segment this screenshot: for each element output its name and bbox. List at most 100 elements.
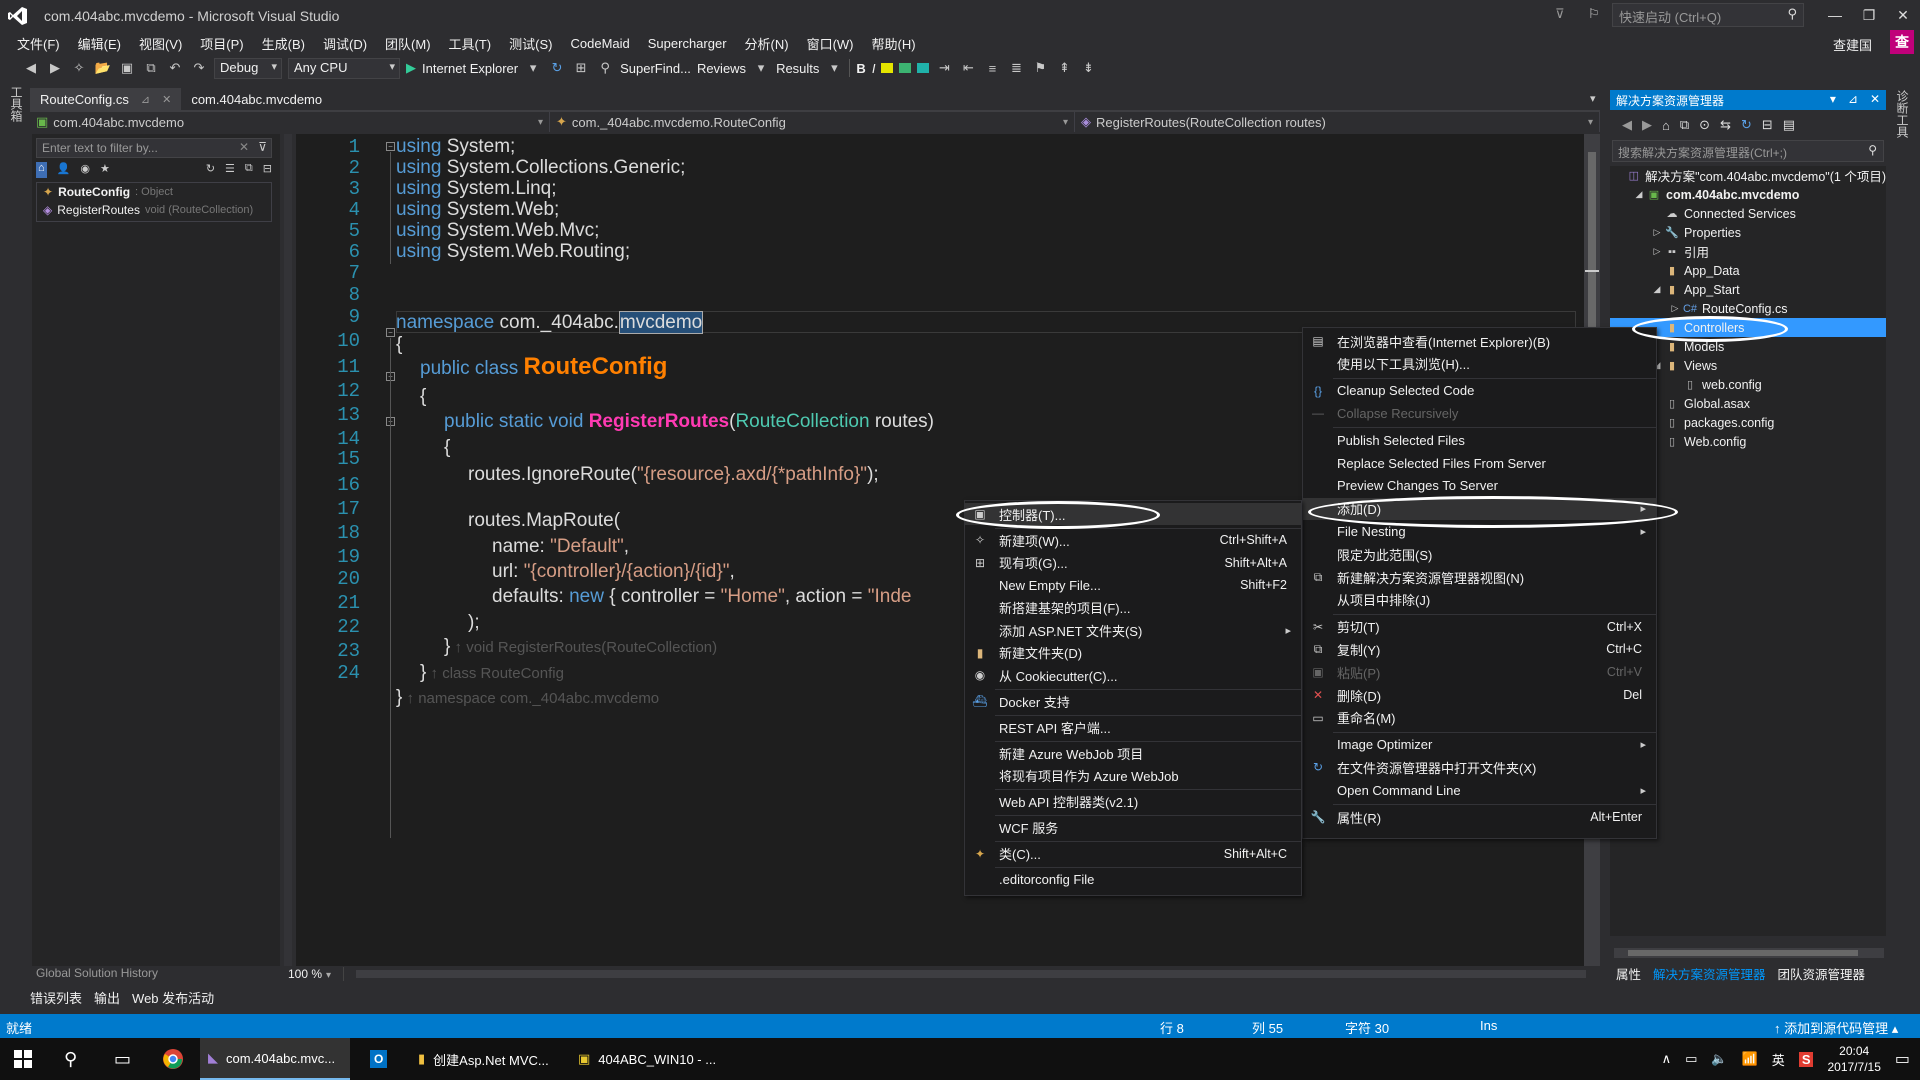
taskbar-item-visual-studio[interactable]: ◣ com.404abc.mvc...	[200, 1038, 350, 1080]
member-dropdown[interactable]: ◈ RegisterRoutes(RouteCollection routes)…	[1075, 112, 1600, 132]
expand-toggle-icon[interactable]: ▷	[1650, 246, 1664, 257]
class-dropdown[interactable]: ✦ com._404abc.mvcdemo.RouteConfig ▾	[550, 112, 1075, 132]
collapse-toggle[interactable]: −	[386, 142, 395, 151]
context-menu-item[interactable]: ✧ 新建项(W)... Ctrl+Shift+A	[965, 529, 1301, 551]
chevron-down-icon[interactable]: ▾	[1830, 92, 1836, 106]
context-menu-item[interactable]: ▭ 重命名(M)	[1303, 707, 1656, 729]
sync-icon[interactable]: ⇆	[1720, 117, 1731, 133]
filter-icon[interactable]: ⊽	[1555, 6, 1565, 22]
close-icon[interactable]: ✕	[162, 93, 171, 106]
context-menu-item[interactable]: Open Command Line ▸	[1303, 779, 1656, 801]
next-bookmark-icon[interactable]: ⇟	[1079, 60, 1097, 76]
context-menu-item[interactable]: Replace Selected Files From Server	[1303, 452, 1656, 474]
context-menu-item[interactable]: WCF 服务	[965, 817, 1301, 839]
context-menu-item[interactable]: ⧉ 新建解决方案资源管理器视图(N)	[1303, 566, 1656, 588]
project-dropdown[interactable]: ▣ com.404abc.mvcdemo ▾	[30, 112, 550, 132]
prev-bookmark-icon[interactable]: ⇞	[1055, 60, 1073, 76]
expand-toggle-icon[interactable]: ▷	[1668, 303, 1682, 314]
start-button[interactable]	[6, 1038, 46, 1080]
menu-item[interactable]: 文件(F)	[8, 34, 69, 53]
run-icon[interactable]: ▶	[406, 60, 416, 76]
context-menu-item[interactable]: 添加 ASP.NET 文件夹(S) ▸	[965, 619, 1301, 641]
minimize-button[interactable]: —	[1818, 0, 1852, 30]
context-menu-item[interactable]: 新建 Azure WebJob 项目	[965, 742, 1301, 764]
user-name[interactable]: 查建国	[1833, 35, 1872, 54]
tab-list-dropdown-icon[interactable]: ▾	[1590, 92, 1596, 105]
menu-item[interactable]: 视图(V)	[130, 34, 191, 53]
panel-splitter[interactable]	[284, 134, 292, 966]
context-menu-item[interactable]: 🔧 属性(R) Alt+Enter	[1303, 806, 1656, 828]
back-icon[interactable]: ◀	[1622, 117, 1632, 133]
switch-views-icon[interactable]: ⧉	[1680, 117, 1689, 133]
tab-output[interactable]: 输出	[94, 988, 120, 1008]
sogou-icon[interactable]: S	[1798, 1051, 1814, 1067]
user-avatar[interactable]: 查	[1890, 30, 1914, 54]
menu-item[interactable]: 编辑(E)	[69, 34, 130, 53]
comment-icon[interactable]: ≡	[983, 61, 1001, 76]
redo-icon[interactable]: ↷	[190, 60, 208, 76]
solution-platform-select[interactable]: Any CPU	[288, 57, 400, 79]
diagnostic-tools-tab[interactable]: 诊断工具	[1894, 90, 1911, 138]
chevron-up-icon[interactable]: ∧	[1662, 1051, 1672, 1067]
menu-item[interactable]: 测试(S)	[500, 34, 561, 53]
editor-horizontal-scrollbar[interactable]	[356, 970, 1586, 978]
tree-item[interactable]: ▷ ▪▪ 引用	[1610, 242, 1886, 261]
refresh-icon[interactable]: ↻	[548, 60, 566, 76]
home-icon[interactable]: ⌂	[1662, 118, 1670, 133]
context-menu-item[interactable]: 使用以下工具浏览(H)...	[1303, 353, 1656, 375]
star-icon[interactable]: ★	[100, 162, 110, 178]
bold-button[interactable]: B	[856, 61, 865, 76]
results-button[interactable]: Results	[776, 61, 819, 76]
menu-item[interactable]: 工具(T)	[440, 34, 501, 53]
expand-toggle-icon[interactable]: ▷	[1650, 227, 1664, 238]
tree-item[interactable]: ▮ App_Data	[1610, 261, 1886, 280]
context-menu-item[interactable]: 限定为此范围(S)	[1303, 543, 1656, 565]
tab-web-publish[interactable]: Web 发布活动	[132, 988, 214, 1008]
menu-item[interactable]: 帮助(H)	[863, 34, 925, 53]
home-icon[interactable]: ⌂	[36, 162, 47, 178]
context-menu-item[interactable]: ▤ 在浏览器中查看(Internet Explorer)(B)	[1303, 330, 1656, 352]
menu-item[interactable]: 分析(N)	[736, 34, 798, 53]
highlight-teal-icon[interactable]	[917, 63, 930, 73]
global-solution-history[interactable]: Global Solution History	[36, 966, 284, 982]
options-icon[interactable]: ⊟	[263, 162, 272, 178]
menu-item[interactable]: 项目(P)	[191, 34, 252, 53]
reviews-button[interactable]: Reviews	[697, 61, 746, 76]
undo-icon[interactable]: ↶	[166, 60, 184, 76]
close-button[interactable]: ✕	[1886, 0, 1920, 30]
toolbox-tab[interactable]: 工具箱	[8, 86, 25, 122]
menu-item[interactable]: 团队(M)	[376, 34, 440, 53]
open-file-icon[interactable]: 📂	[94, 60, 112, 76]
show-all-files-icon[interactable]: ▤	[1783, 117, 1795, 133]
tab-routeconfig[interactable]: RouteConfig.cs ⊿ ✕	[30, 88, 182, 110]
uncomment-icon[interactable]: ≣	[1007, 60, 1025, 76]
solution-config-select[interactable]: Debug	[214, 57, 282, 79]
italic-button[interactable]: I	[872, 61, 876, 76]
filter-icon[interactable]: ⊽	[258, 140, 267, 154]
collapse-all-icon[interactable]: ⧉	[245, 162, 253, 178]
tab-project[interactable]: com.404abc.mvcdemo	[181, 88, 332, 110]
indent-icon[interactable]: ⇥	[935, 60, 953, 76]
menu-item[interactable]: 生成(B)	[253, 34, 314, 53]
forward-icon[interactable]: ▶	[1642, 117, 1652, 133]
menu-item[interactable]: 调试(D)	[314, 34, 376, 53]
tab-team-explorer[interactable]: 团队资源管理器	[1778, 964, 1866, 982]
context-menu-item[interactable]: Image Optimizer ▸	[1303, 734, 1656, 756]
network-icon[interactable]: 📶	[1742, 1051, 1758, 1067]
tab-properties[interactable]: 属性	[1616, 964, 1641, 982]
context-menu-item[interactable]: 从项目中排除(J)	[1303, 589, 1656, 611]
context-menu-item[interactable]: ↻ 在文件资源管理器中打开文件夹(X)	[1303, 756, 1656, 778]
chrome-icon[interactable]	[154, 1038, 194, 1080]
find-icon[interactable]: ⚲	[596, 60, 614, 76]
list-item[interactable]: ◈ RegisterRoutes void (RouteCollection)	[37, 201, 271, 219]
bookmark-icon[interactable]: ⚑	[1031, 60, 1049, 76]
action-center-icon[interactable]: ▭	[1895, 1049, 1910, 1069]
highlight-green-icon[interactable]	[899, 63, 912, 73]
highlight-yellow-icon[interactable]	[881, 63, 894, 73]
context-menu-item[interactable]: .editorconfig File	[965, 869, 1301, 891]
context-menu-item[interactable]: Web API 控制器类(v2.1)	[965, 791, 1301, 813]
tree-item[interactable]: ◢ ▣ com.404abc.mvcdemo	[1610, 185, 1886, 204]
menu-item[interactable]: Supercharger	[639, 36, 736, 51]
dropdown-icon[interactable]: ▾	[524, 60, 542, 76]
context-menu-item[interactable]: ✦ 类(C)... Shift+Alt+C	[965, 843, 1301, 865]
